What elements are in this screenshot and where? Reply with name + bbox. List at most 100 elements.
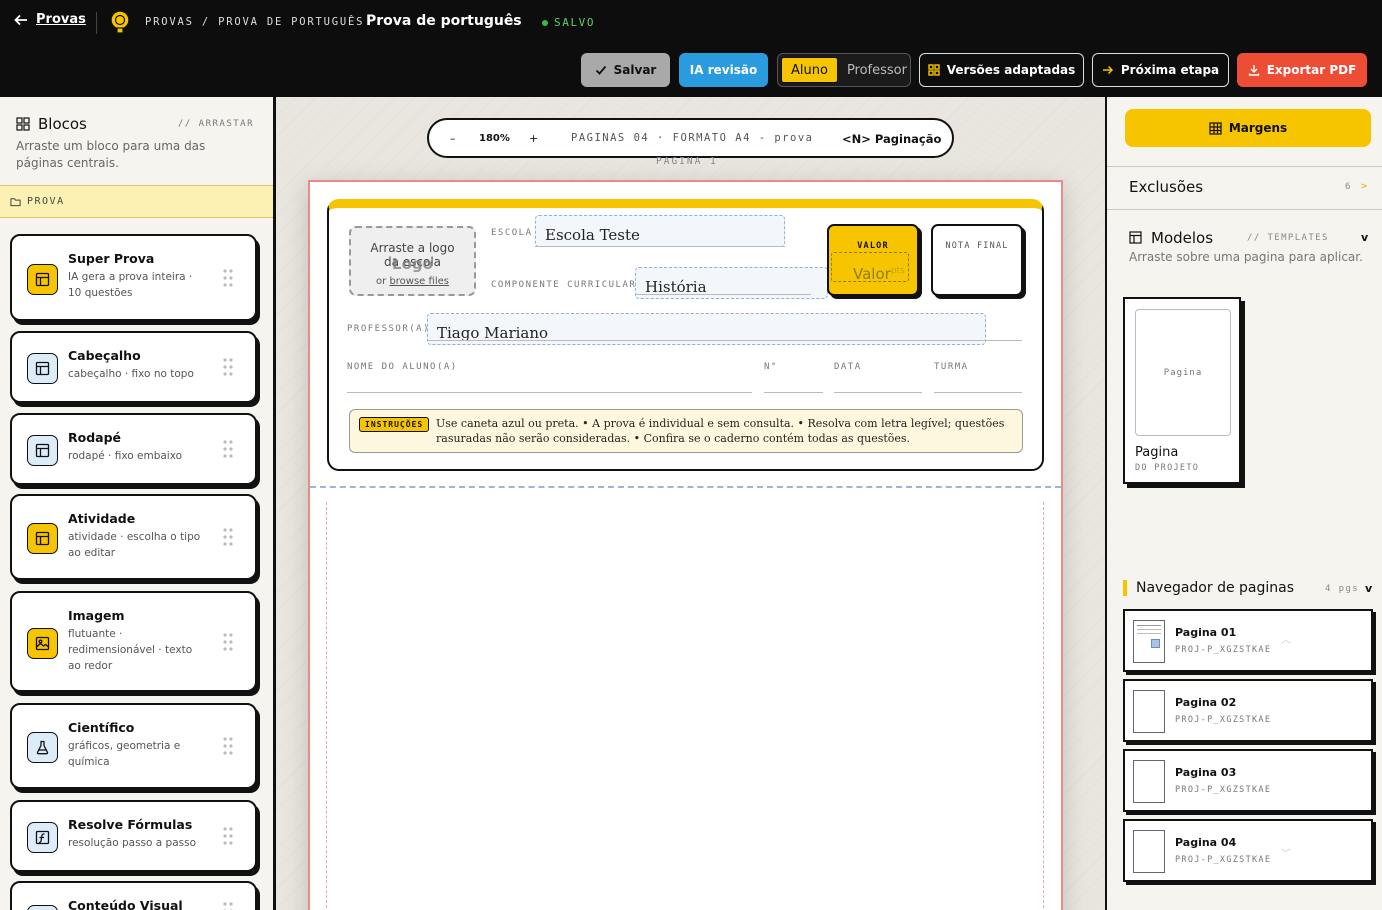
browse-files-link[interactable]: browse files	[389, 276, 449, 287]
block-description: flutuante · redimensionável · texto ao r…	[68, 628, 193, 672]
zoom-in-button[interactable]: +	[529, 132, 538, 145]
template-card[interactable]: Pagina Pagina DO PROJETO	[1123, 297, 1241, 484]
page-count: 4 pgs	[1325, 584, 1360, 594]
divider	[1107, 209, 1382, 210]
page-label: PAGINA 1	[656, 156, 718, 167]
block-description: cabeçalho · fixo no topo	[68, 368, 194, 380]
page-nav-title: Pagina 03	[1175, 766, 1237, 779]
pagination-button[interactable]: <N> Paginação	[842, 132, 941, 146]
page-nav-item-4[interactable]: Pagina 04 PROJ-P_XGZSTKAE ﹀	[1123, 819, 1373, 882]
drag-handle-icon[interactable]	[221, 268, 235, 288]
blocks-header: Blocos // ARRASTAR Arraste um bloco para…	[16, 115, 256, 172]
block-description: gráficos, geometria e química	[68, 740, 181, 768]
zoom-out-button[interactable]: –	[450, 132, 456, 145]
turma-field[interactable]	[934, 392, 1022, 393]
aluno-field[interactable]	[347, 392, 752, 393]
download-icon	[1248, 65, 1259, 76]
breadcrumb: PROVAS / PROVA DE PORTUGUÊS	[145, 16, 365, 28]
margins-button[interactable]: Margens	[1125, 109, 1371, 147]
drag-handle-icon[interactable]	[221, 527, 235, 547]
page-nav-title: Pagina 04	[1175, 836, 1237, 849]
nota-final-label: NOTA FINAL	[945, 241, 1009, 251]
back-link[interactable]: Provas	[14, 12, 86, 27]
drag-handle-icon[interactable]	[221, 357, 235, 377]
data-field[interactable]	[834, 392, 922, 393]
exclusions-title[interactable]: Exclusões	[1129, 178, 1203, 196]
layout-icon	[27, 435, 58, 466]
page-nav-project: PROJ-P_XGZSTKAE	[1175, 715, 1272, 725]
page-1[interactable]: Arraste a logo da escola Logo or browse …	[308, 180, 1063, 910]
logo-dropzone[interactable]: Arraste a logo da escola Logo or browse …	[349, 226, 476, 296]
instructions-text: Use caneta azul ou preta. • A prova é in…	[436, 417, 1005, 445]
blocks-tag: // ARRASTAR	[177, 119, 254, 129]
mode-option-professor[interactable]: Professor	[838, 57, 916, 83]
editor-canvas[interactable]: – 180% + PAGINAS 04 · FORMATO A4 - prova…	[276, 97, 1105, 910]
margin-guide-right	[1043, 502, 1044, 910]
block-imagem[interactable]: Imagem flutuante · redimensionável · text…	[10, 591, 257, 692]
models-description: Arraste sobre uma pagina para aplicar.	[1129, 250, 1363, 264]
nota-final-box[interactable]: NOTA FINAL	[931, 224, 1023, 296]
save-status: SALVO	[542, 16, 595, 29]
escola-field[interactable]: Escola Teste	[535, 215, 785, 247]
exclusions-count: 6	[1345, 182, 1352, 192]
professor-underline	[427, 340, 1022, 341]
drag-handle-icon[interactable]	[221, 826, 235, 846]
models-title[interactable]: Modelos	[1151, 229, 1213, 247]
block-resolve-f-rmulas[interactable]: Resolve Fórmulas resolução passo a passo	[10, 800, 257, 872]
function-icon	[27, 822, 58, 853]
block-atividade[interactable]: Atividade atividade · escolha o tipo ao e…	[10, 494, 257, 580]
block-title: Atividade	[68, 511, 136, 526]
aluno-label: NOME DO ALUNO(A)	[347, 362, 458, 372]
drag-handle-icon[interactable]	[221, 632, 235, 652]
valor-input[interactable]: Valorpts	[831, 252, 909, 283]
page-nav-item-3[interactable]: Pagina 03 PROJ-P_XGZSTKAE	[1123, 749, 1373, 812]
exam-header-block[interactable]: Arraste a logo da escola Logo or browse …	[327, 199, 1044, 471]
instructions-box[interactable]: INSTRUÇÕES Use caneta azul ou preta. • A…	[349, 409, 1023, 453]
block-cabe-alho[interactable]: Cabeçalho cabeçalho · fixo no topo	[10, 331, 257, 403]
move-up-icon[interactable]: ︿	[1281, 631, 1291, 646]
top-bar-row: Provas PROVAS / PROVA DE PORTUGUÊS Prova…	[0, 0, 1382, 44]
drag-handle-icon[interactable]	[221, 901, 235, 910]
page-nav-item-1[interactable]: Pagina 01 PROJ-P_XGZSTKAE ︿	[1123, 609, 1373, 672]
next-step-button[interactable]: Próxima etapa	[1092, 53, 1229, 87]
page-nav-project: PROJ-P_XGZSTKAE	[1175, 855, 1272, 865]
image-icon	[27, 628, 58, 659]
layout-icon	[27, 264, 58, 295]
nav-chevron-icon[interactable]: v	[1365, 582, 1374, 595]
next-step-label: Próxima etapa	[1120, 63, 1220, 77]
grid-icon	[928, 64, 940, 76]
valor-unit: pts	[890, 266, 905, 276]
nav-accent	[1123, 580, 1127, 596]
block-super-prova[interactable]: Super Prova IA gera a prova inteira · 10 …	[10, 234, 257, 321]
escola-label: ESCOLA	[491, 228, 533, 238]
block-title: Conteúdo Visual	[68, 898, 183, 910]
document-title[interactable]: Prova de português	[366, 13, 522, 29]
adapted-versions-button[interactable]: Versões adaptadas	[919, 53, 1084, 87]
layout-icon	[27, 353, 58, 384]
page-nav-item-2[interactable]: Pagina 02 PROJ-P_XGZSTKAE	[1123, 679, 1373, 742]
layout-icon	[27, 905, 58, 910]
block-cient-fico[interactable]: Científico gráficos, geometria e química	[10, 703, 257, 789]
mode-option-aluno[interactable]: Aluno	[781, 57, 838, 83]
drag-handle-icon[interactable]	[221, 736, 235, 756]
block-conte-do-visual[interactable]: Conteúdo Visual	[10, 881, 257, 910]
folder-icon	[10, 198, 21, 207]
blocks-sidebar: Blocos // ARRASTAR Arraste um bloco para…	[0, 97, 275, 910]
logo-dropzone-text: Arraste a logo	[370, 241, 455, 255]
block-rodap-[interactable]: Rodapé rodapé · fixo embaixo	[10, 413, 257, 485]
drag-handle-icon[interactable]	[221, 439, 235, 459]
ia-review-button[interactable]: IA revisão	[679, 53, 768, 87]
logo-or-text: or	[376, 276, 387, 287]
grid-icon	[16, 117, 30, 131]
template-name: Pagina	[1135, 445, 1179, 460]
turma-label: TURMA	[934, 362, 969, 372]
folder-prova[interactable]: PROVA	[0, 185, 273, 218]
page-nav-title: Pagina 01	[1175, 626, 1237, 639]
move-down-icon[interactable]: ﹀	[1281, 845, 1291, 860]
export-pdf-button[interactable]: Exportar PDF	[1237, 53, 1367, 87]
block-description: resolução passo a passo	[68, 837, 197, 849]
save-button[interactable]: Salvar	[581, 53, 670, 87]
models-chevron-icon[interactable]: v	[1361, 231, 1370, 244]
numero-field[interactable]	[764, 392, 823, 393]
exclusions-arrow[interactable]: >	[1361, 181, 1368, 192]
